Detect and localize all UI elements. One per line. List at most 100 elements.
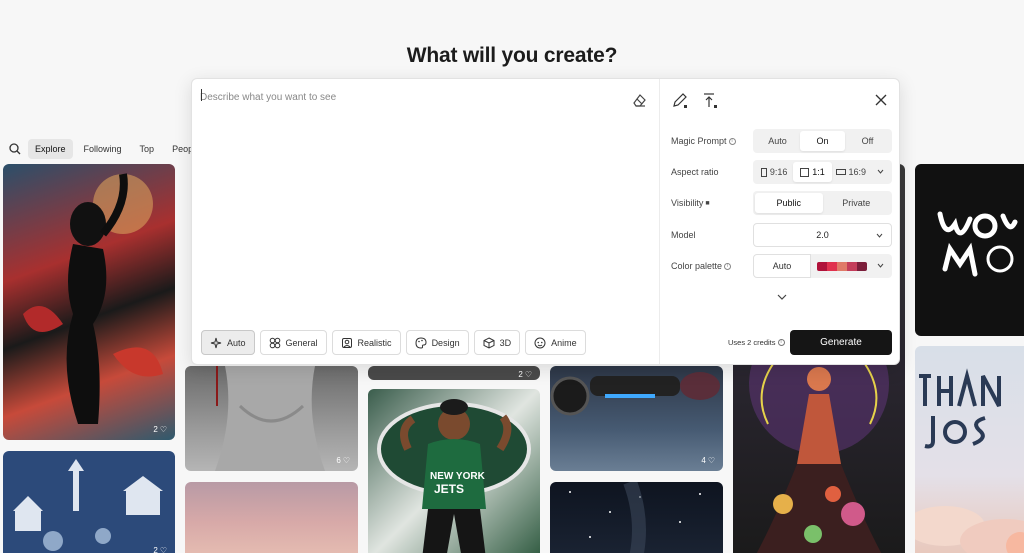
explore-nav: Explore Following Top People: [6, 139, 207, 159]
gallery-tile-motorbike[interactable]: 4 ♡: [550, 366, 723, 471]
prompt-composer: Auto General Realistic Design 3D: [191, 78, 900, 365]
visibility-row: Visibility ■ Public Private: [671, 191, 892, 215]
edit-icon[interactable]: [671, 92, 689, 110]
square-ratio-icon: [800, 167, 810, 177]
aspect-16-9[interactable]: 16:9: [832, 162, 870, 182]
gallery-tile-jets[interactable]: NEW YORK JETS: [368, 389, 540, 553]
style-realistic-button[interactable]: Realistic: [331, 330, 401, 355]
heart-icon: ♡: [159, 425, 167, 434]
gallery-tile-poster[interactable]: [915, 346, 1024, 553]
color-swatch: [827, 261, 837, 271]
aspect-ratio-toggle: 9:16 1:1 16:9: [753, 160, 892, 184]
grid-icon: [269, 337, 280, 348]
visibility-public[interactable]: Public: [755, 193, 823, 213]
visibility-label: Visibility ■: [671, 198, 710, 208]
tab-explore[interactable]: Explore: [28, 139, 73, 159]
style-anime-button[interactable]: Anime: [525, 330, 586, 355]
style-selector: Auto General Realistic Design 3D Anime: [201, 330, 586, 355]
like-count[interactable]: 6 ♡: [336, 456, 350, 465]
tab-top[interactable]: Top: [133, 139, 162, 159]
info-icon[interactable]: i: [777, 339, 785, 346]
gallery-tile-night-sky[interactable]: [550, 482, 723, 553]
info-icon[interactable]: i: [728, 137, 736, 145]
aspect-1-1[interactable]: 1:1: [793, 162, 832, 182]
palette-icon: [415, 336, 427, 349]
color-swatch: [847, 261, 857, 271]
palette-auto-button[interactable]: Auto: [753, 254, 811, 278]
model-select[interactable]: 2.0: [753, 223, 892, 247]
heart-icon: ♡: [707, 456, 715, 465]
style-general-button[interactable]: General: [259, 330, 327, 355]
chevron-down-icon: [876, 233, 883, 238]
style-label: Auto: [227, 337, 246, 348]
magic-prompt-off[interactable]: Off: [845, 131, 890, 151]
color-palette-picker: Auto: [753, 254, 892, 278]
close-icon[interactable]: [875, 94, 887, 106]
heart-icon: ♡: [159, 546, 167, 553]
aspect-ratio-label: Aspect ratio: [671, 167, 719, 177]
style-label: General: [285, 337, 318, 348]
model-value: 2.0: [816, 230, 829, 240]
color-palette-label: Color palette i: [671, 261, 753, 271]
info-icon[interactable]: i: [724, 262, 732, 270]
svg-text:NEW YORK: NEW YORK: [430, 471, 486, 482]
aspect-ratio-row: Aspect ratio 9:16 1:1 16:9: [671, 160, 892, 184]
expand-settings-icon[interactable]: [777, 293, 787, 301]
style-label: Design: [431, 337, 460, 348]
color-palette-row: Color palette i Auto: [671, 254, 892, 278]
gallery-tile-toile[interactable]: 2 ♡: [3, 451, 175, 553]
style-auto-button[interactable]: Auto: [201, 330, 255, 355]
gallery-tile-sunset[interactable]: [185, 482, 358, 553]
heart-icon: ♡: [342, 456, 350, 465]
page-title: What will you create?: [406, 44, 618, 67]
jets-artwork: NEW YORK JETS: [377, 399, 531, 553]
portrait-ratio-icon: [760, 167, 767, 177]
landscape-ratio-icon: [835, 169, 846, 175]
generate-button[interactable]: Generate: [790, 330, 892, 355]
like-count[interactable]: 2 ♡: [518, 370, 532, 379]
magic-prompt-row: Magic Prompt i Auto On Off: [671, 129, 892, 153]
aspect-9-16[interactable]: 9:16: [755, 162, 793, 182]
color-swatch: [817, 261, 827, 271]
sparkle-icon: [210, 337, 222, 348]
color-swatch: [837, 261, 847, 271]
style-label: Anime: [551, 337, 577, 348]
prompt-input[interactable]: [200, 87, 620, 107]
chevron-down-icon: [877, 263, 884, 268]
like-count[interactable]: 2 ♡: [153, 425, 167, 434]
style-label: 3D: [499, 337, 512, 348]
style-3d-button[interactable]: 3D: [473, 330, 521, 355]
magic-prompt-auto[interactable]: Auto: [755, 131, 800, 151]
magic-prompt-label: Magic Prompt i: [671, 136, 753, 146]
search-icon[interactable]: [6, 140, 24, 158]
page: 2 ♡ 2 ♡ 6 ♡ 2 ♡ NEW YORK JETS 4 ♡ What w…: [0, 0, 1024, 553]
motorbike-artwork: [550, 372, 720, 416]
neck-artwork: [215, 366, 325, 471]
gallery-tile-silhouette[interactable]: 2 ♡: [3, 164, 175, 440]
like-count[interactable]: 2 ♡: [153, 546, 167, 553]
upload-icon[interactable]: [701, 92, 719, 110]
text-caret: [201, 89, 202, 101]
tab-following[interactable]: Following: [77, 139, 129, 159]
eraser-icon[interactable]: [631, 92, 647, 108]
chevron-down-icon[interactable]: [877, 168, 884, 175]
toile-pattern: [13, 459, 163, 551]
palette-swatch-select[interactable]: [811, 254, 892, 278]
visibility-private[interactable]: Private: [823, 193, 891, 213]
gallery-tile-top[interactable]: 2 ♡: [368, 366, 540, 380]
face-icon: [534, 337, 546, 348]
palette-swatches: [817, 261, 867, 271]
poster-artwork: [915, 368, 1024, 553]
svg-text:JETS: JETS: [434, 482, 464, 496]
magic-prompt-toggle: Auto On Off: [753, 129, 892, 153]
silhouette-artwork: [23, 173, 163, 424]
magic-prompt-on[interactable]: On: [800, 131, 845, 151]
gallery-tile-word-logo[interactable]: [915, 164, 1024, 336]
credits-note: Uses 2 credits i: [728, 338, 785, 347]
settings-pane: Magic Prompt i Auto On Off Aspect ratio 9…: [660, 79, 899, 364]
cube-icon: [483, 336, 495, 349]
like-count[interactable]: 4 ♡: [701, 456, 715, 465]
style-label: Realistic: [357, 337, 392, 348]
style-design-button[interactable]: Design: [405, 330, 469, 355]
gallery-tile-neck[interactable]: 6 ♡: [185, 366, 358, 471]
